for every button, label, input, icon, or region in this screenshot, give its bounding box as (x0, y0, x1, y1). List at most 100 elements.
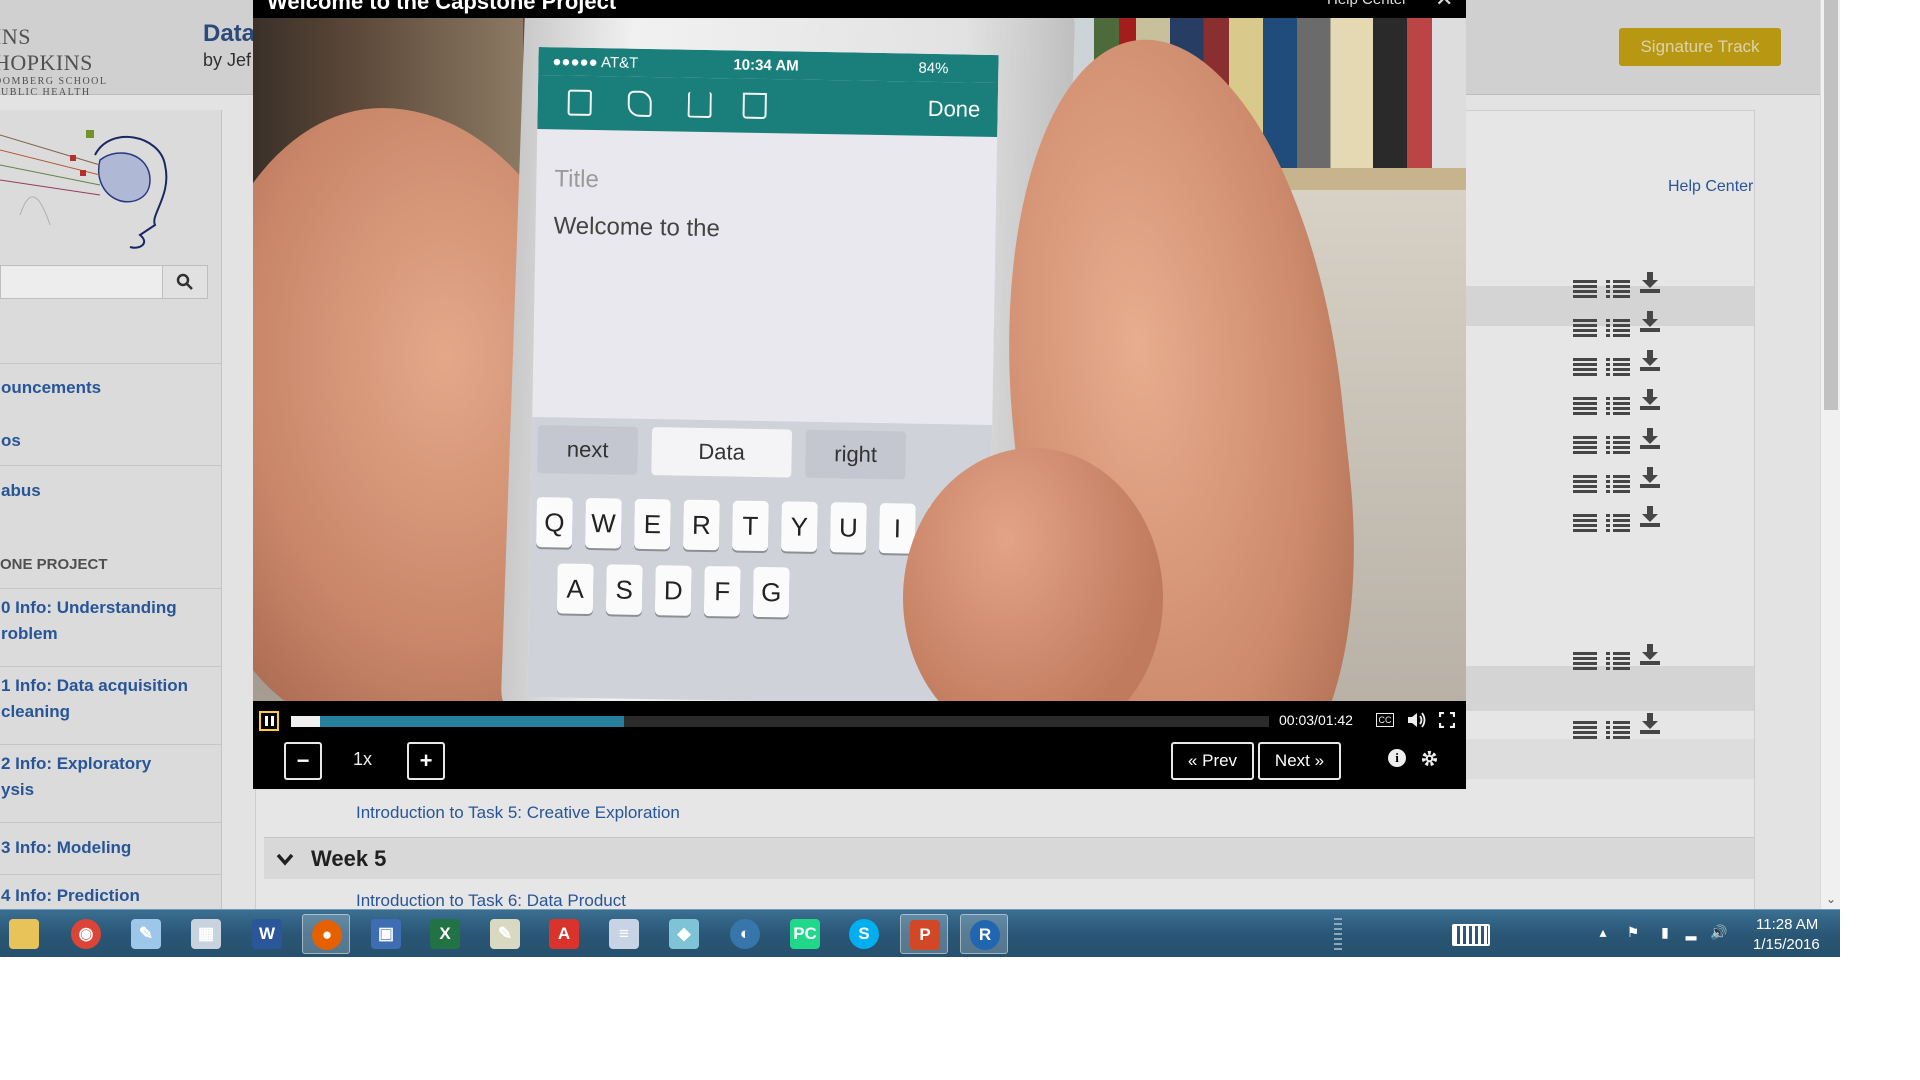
phone-key: U (829, 502, 867, 553)
python-file-icon: ≡ (609, 919, 639, 949)
phone-key: T (731, 500, 769, 552)
clock-time[interactable]: 11:28 AM (1756, 916, 1818, 933)
taskbar-grip[interactable] (1334, 918, 1342, 950)
taskbar: ◉ ✎ ▦ W ● ▣ X ✎ A ≡ ◆ ◐ PC S P R ▴ ⚑ ▮ ▂ 🔊 11:28 AM 1/1… (0, 909, 1840, 957)
taskbar-app-remote-desktop[interactable]: ▣ (362, 914, 410, 954)
phone-key: E (633, 498, 671, 550)
phone-done-label: Done (927, 95, 981, 122)
paint-icon: ✎ (131, 919, 161, 949)
taskbar-app-notepad[interactable]: ✎ (481, 914, 529, 954)
playback-speed: 1x (353, 749, 373, 769)
taskbar-app-file-explorer[interactable] (0, 914, 48, 954)
phone-toolbar: Done (537, 75, 999, 138)
taskbar-app-word[interactable]: W (243, 914, 291, 954)
phone-note-text: Welcome to the (553, 212, 721, 243)
python-icon: ◐ (730, 919, 760, 949)
video-frame[interactable]: ●●●●● AT&T 10:34 AM 84% Done Title Welco… (253, 18, 1466, 701)
notebook-icon (567, 89, 592, 116)
speaker-icon[interactable]: 🔊 (1710, 924, 1728, 942)
phone-key: F (703, 566, 741, 617)
acrobat-icon: A (549, 919, 579, 949)
played-bar (291, 716, 321, 727)
scrollbar-thumb[interactable] (1824, 0, 1838, 410)
r-icon: R (970, 920, 1000, 950)
phone-key: A (556, 563, 594, 615)
control-row: − 1x + « Prev Next » i (253, 739, 1466, 789)
speed-increase-button[interactable]: + (407, 742, 445, 780)
clock-date[interactable]: 1/15/2016 (1753, 936, 1820, 953)
action-center-flag-icon[interactable]: ⚑ (1624, 924, 1642, 942)
screen: INS HOPKINS OOMBERG SCHOOL PUBLIC HEALTH… (0, 0, 1840, 957)
info-icon[interactable]: i (1388, 749, 1406, 767)
phone-key-row: QWERTYUIO (532, 417, 992, 555)
remote-desktop-icon: ▣ (371, 919, 401, 949)
progress-row: 00:03/01:42 CC (253, 701, 1466, 739)
taskbar-app-python-file[interactable]: ≡ (600, 914, 648, 954)
phone-battery: 84% (918, 59, 949, 78)
powerpoint-icon: P (910, 920, 940, 950)
modal-help-center-link[interactable]: Help Center (1327, 0, 1407, 8)
pycharm-icon: PC (790, 919, 820, 949)
share-icon (687, 91, 712, 119)
word-icon: W (252, 919, 282, 949)
duration: 01:42 (1317, 712, 1353, 728)
phone-key: G (752, 566, 790, 618)
gear-icon[interactable] (1420, 749, 1439, 768)
phone-suggestion: next (537, 425, 639, 475)
network-signal-icon[interactable]: ▂ (1682, 924, 1700, 942)
phone-key: Y (780, 501, 818, 552)
phone-key: Q (535, 497, 573, 548)
phone-carrier: ●●●●● AT&T (552, 53, 639, 72)
taskbar-app-python[interactable]: ◐ (721, 914, 769, 954)
phone-suggestion: right (805, 429, 907, 480)
notepad-icon: ✎ (490, 919, 520, 949)
prev-button[interactable]: « Prev (1171, 742, 1254, 780)
taskbar-app-excel[interactable]: X (421, 914, 469, 954)
taskbar-app-paint[interactable]: ✎ (122, 914, 170, 954)
taskbar-app-r[interactable]: R (960, 914, 1008, 954)
volume-icon[interactable] (1407, 711, 1427, 729)
phone-key-row: ASDFG (532, 417, 992, 618)
next-button[interactable]: Next » (1258, 742, 1341, 780)
phone-suggestion: Data (651, 427, 793, 478)
video-modal: Welcome to the Capstone Project Help Cen… (253, 0, 1466, 789)
notes-icon: ◆ (669, 919, 699, 949)
buffered-bar (291, 716, 624, 727)
power-icon[interactable]: ▮ (1656, 924, 1674, 942)
trash-icon (742, 92, 767, 120)
modal-title: Welcome to the Capstone Project (267, 0, 617, 14)
taskbar-app-acrobat[interactable]: A (540, 914, 588, 954)
chrome-icon: ◉ (71, 919, 101, 949)
scroll-down-arrow-icon[interactable]: ⌄ (1826, 892, 1836, 906)
show-hidden-icons-icon[interactable]: ▴ (1594, 924, 1612, 942)
taskbar-app-skype[interactable]: S (840, 914, 888, 954)
phone-key: W (584, 497, 622, 549)
taskbar-app-powerpoint[interactable]: P (900, 914, 948, 954)
pause-icon[interactable] (259, 711, 279, 731)
taskbar-app-calculator[interactable]: ▦ (182, 914, 230, 954)
vertical-scrollbar[interactable]: ⌄ (1820, 0, 1840, 909)
taskbar-app-pycharm[interactable]: PC (781, 914, 829, 954)
current-time: 00:03 (1279, 712, 1315, 728)
taskbar-app-chrome[interactable]: ◉ (62, 914, 110, 954)
phone-key: S (605, 564, 643, 615)
tag-icon (627, 90, 652, 118)
fullscreen-icon[interactable] (1439, 712, 1455, 728)
firefox-icon: ● (312, 920, 342, 950)
phone-key: R (682, 499, 720, 551)
closed-captions-icon[interactable]: CC (1376, 713, 1394, 727)
phone-note-title: Title (554, 165, 600, 194)
touch-keyboard-icon[interactable] (1452, 924, 1490, 946)
skype-icon: S (849, 919, 879, 949)
excel-icon: X (430, 919, 460, 949)
close-icon[interactable]: ✕ (1435, 0, 1453, 12)
timecode: 00:03/01:42 (1279, 712, 1353, 728)
phone-time: 10:34 AM (733, 56, 799, 75)
calculator-icon: ▦ (191, 919, 221, 949)
phone-key: D (654, 565, 692, 616)
progress-track[interactable] (291, 716, 1269, 727)
taskbar-app-notes[interactable]: ◆ (660, 914, 708, 954)
taskbar-app-firefox[interactable]: ● (302, 914, 350, 954)
file-explorer-icon (9, 919, 39, 949)
speed-decrease-button[interactable]: − (284, 742, 322, 780)
